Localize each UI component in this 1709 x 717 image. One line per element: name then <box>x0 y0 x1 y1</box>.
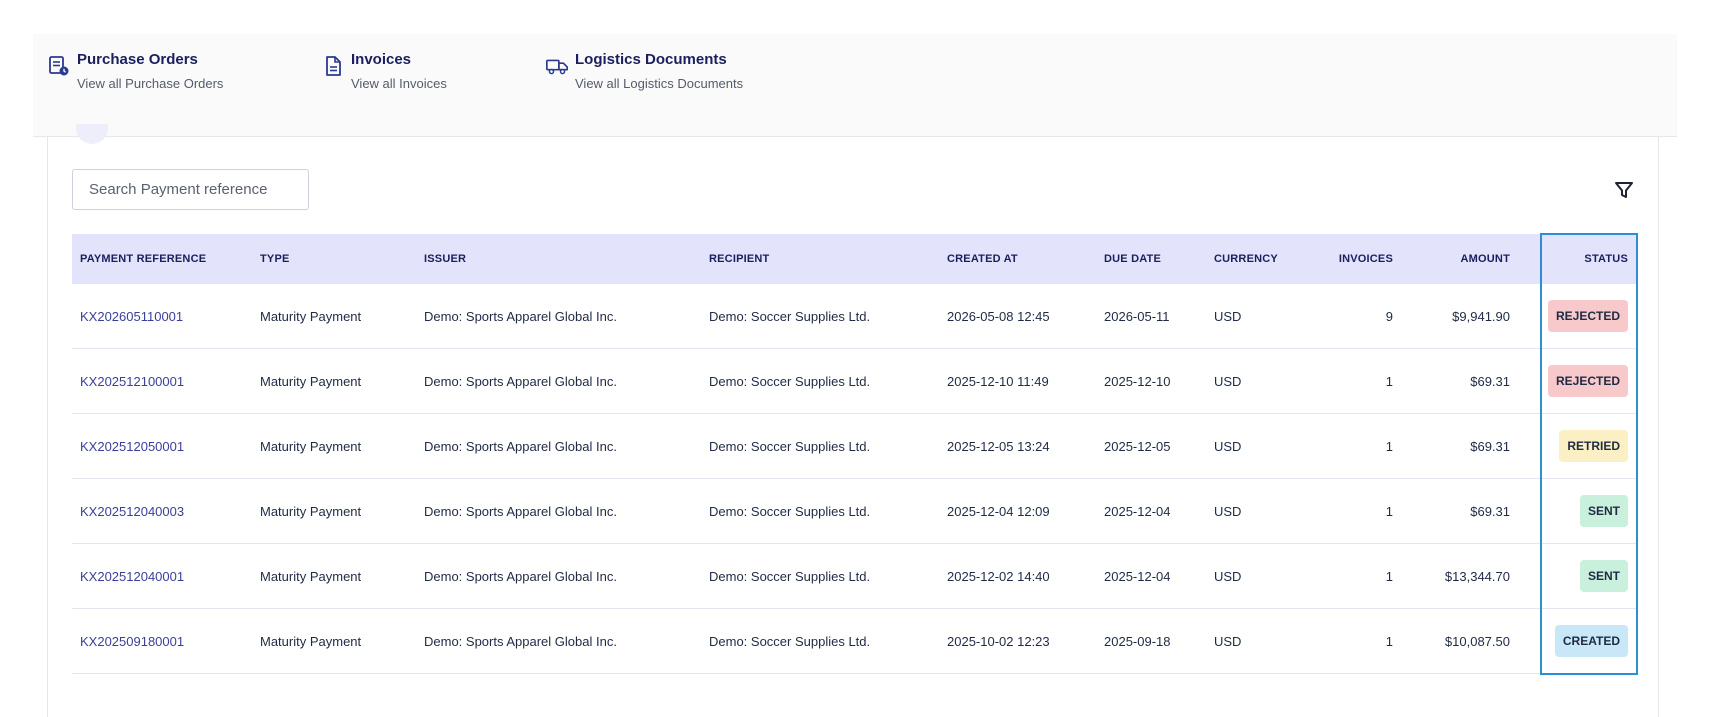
status-badge: SENT <box>1579 560 1628 592</box>
issuer-cell: Demo: Sports Apparel Global Inc. <box>416 608 701 674</box>
table-row[interactable]: KX202605110001 Maturity Payment Demo: Spor… <box>72 284 1638 349</box>
invoices-cell: 1 <box>1306 413 1401 479</box>
invoices-cell: 1 <box>1306 348 1401 414</box>
col-header-type[interactable]: TYPE <box>252 234 416 284</box>
issuer-cell: Demo: Sports Apparel Global Inc. <box>416 478 701 544</box>
col-header-due-date[interactable]: DUE DATE <box>1096 234 1206 284</box>
nav-purchase-orders-subtitle: View all Purchase Orders <box>77 76 224 91</box>
nav-invoices-subtitle: View all Invoices <box>351 76 447 91</box>
nav-invoices-title: Invoices <box>351 51 412 68</box>
col-header-invoices[interactable]: INVOICES <box>1306 234 1401 284</box>
filter-icon[interactable] <box>1612 178 1636 202</box>
status-cell: RETRIED <box>1518 413 1638 479</box>
currency-cell: USD <box>1206 413 1306 479</box>
type-cell: Maturity Payment <box>252 348 416 414</box>
created-at-cell: 2025-12-04 12:09 <box>939 478 1096 544</box>
search-input[interactable] <box>72 169 309 210</box>
recipient-cell: Demo: Soccer Supplies Ltd. <box>701 543 939 609</box>
nav-logistics-subtitle: View all Logistics Documents <box>575 76 744 91</box>
col-header-recipient[interactable]: RECIPIENT <box>701 234 939 284</box>
created-at-cell: 2025-12-05 13:24 <box>939 413 1096 479</box>
created-at-cell: 2026-05-08 12:45 <box>939 284 1096 349</box>
top-nav: Purchase Orders View all Purchase Orders… <box>33 34 1677 137</box>
currency-cell: USD <box>1206 543 1306 609</box>
recipient-cell: Demo: Soccer Supplies Ltd. <box>701 478 939 544</box>
payment-reference-cell[interactable]: KX202512040003 <box>72 478 252 544</box>
issuer-cell: Demo: Sports Apparel Global Inc. <box>416 348 701 414</box>
amount-cell: $69.31 <box>1401 348 1518 414</box>
type-cell: Maturity Payment <box>252 478 416 544</box>
created-at-cell: 2025-12-10 11:49 <box>939 348 1096 414</box>
table-header-row: PAYMENT REFERENCE TYPE ISSUER RECIPIENT … <box>72 234 1638 284</box>
recipient-cell: Demo: Soccer Supplies Ltd. <box>701 348 939 414</box>
currency-cell: USD <box>1206 348 1306 414</box>
created-at-cell: 2025-10-02 12:23 <box>939 608 1096 674</box>
status-badge: CREATED <box>1554 625 1628 657</box>
invoices-cell: 1 <box>1306 543 1401 609</box>
status-cell: SENT <box>1518 543 1638 609</box>
payment-reference-cell[interactable]: KX202509180001 <box>72 608 252 674</box>
document-icon <box>326 56 341 76</box>
type-cell: Maturity Payment <box>252 543 416 609</box>
currency-cell: USD <box>1206 284 1306 349</box>
amount-cell: $13,344.70 <box>1401 543 1518 609</box>
payment-reference-cell[interactable]: KX202512100001 <box>72 348 252 414</box>
amount-cell: $10,087.50 <box>1401 608 1518 674</box>
type-cell: Maturity Payment <box>252 284 416 349</box>
type-cell: Maturity Payment <box>252 608 416 674</box>
table-row[interactable]: KX202509180001 Maturity Payment Demo: Spor… <box>72 608 1638 674</box>
issuer-cell: Demo: Sports Apparel Global Inc. <box>416 413 701 479</box>
currency-cell: USD <box>1206 478 1306 544</box>
status-cell: SENT <box>1518 478 1638 544</box>
due-date-cell: 2025-12-05 <box>1096 413 1206 479</box>
nav-purchase-orders[interactable]: Purchase Orders View all Purchase Orders <box>47 50 223 93</box>
status-badge: REJECTED <box>1547 300 1628 332</box>
nav-logistics-title: Logistics Documents <box>575 51 727 68</box>
nav-logistics-documents[interactable]: Logistics Documents View all Logistics D… <box>545 50 743 93</box>
invoices-cell: 1 <box>1306 608 1401 674</box>
truck-icon <box>546 59 568 75</box>
table-row[interactable]: KX202512040001 Maturity Payment Demo: Spor… <box>72 543 1638 609</box>
table-row[interactable]: KX202512050001 Maturity Payment Demo: Spor… <box>72 413 1638 479</box>
recipient-cell: Demo: Soccer Supplies Ltd. <box>701 413 939 479</box>
col-header-payment-reference[interactable]: PAYMENT REFERENCE <box>72 234 252 284</box>
payments-table: PAYMENT REFERENCE TYPE ISSUER RECIPIENT … <box>72 234 1638 674</box>
payment-reference-cell[interactable]: KX202605110001 <box>72 284 252 349</box>
col-header-issuer[interactable]: ISSUER <box>416 234 701 284</box>
due-date-cell: 2025-12-10 <box>1096 348 1206 414</box>
due-date-cell: 2026-05-11 <box>1096 284 1206 349</box>
purchase-order-icon <box>49 56 69 76</box>
status-cell: REJECTED <box>1518 348 1638 414</box>
nav-invoices[interactable]: Invoices View all Invoices <box>321 50 447 93</box>
status-cell: REJECTED <box>1518 284 1638 349</box>
issuer-cell: Demo: Sports Apparel Global Inc. <box>416 543 701 609</box>
due-date-cell: 2025-12-04 <box>1096 543 1206 609</box>
recipient-cell: Demo: Soccer Supplies Ltd. <box>701 608 939 674</box>
col-header-status[interactable]: STATUS <box>1518 234 1638 284</box>
recipient-cell: Demo: Soccer Supplies Ltd. <box>701 284 939 349</box>
status-badge: REJECTED <box>1547 365 1628 397</box>
amount-cell: $69.31 <box>1401 478 1518 544</box>
type-cell: Maturity Payment <box>252 413 416 479</box>
col-header-created-at[interactable]: CREATED AT <box>939 234 1096 284</box>
payment-reference-cell[interactable]: KX202512040001 <box>72 543 252 609</box>
issuer-cell: Demo: Sports Apparel Global Inc. <box>416 284 701 349</box>
due-date-cell: 2025-12-04 <box>1096 478 1206 544</box>
nav-purchase-orders-title: Purchase Orders <box>77 51 198 68</box>
status-cell: CREATED <box>1518 608 1638 674</box>
status-badge: RETRIED <box>1559 430 1628 462</box>
amount-cell: $9,941.90 <box>1401 284 1518 349</box>
table-row[interactable]: KX202512100001 Maturity Payment Demo: Spor… <box>72 348 1638 414</box>
table-row[interactable]: KX202512040003 Maturity Payment Demo: Spor… <box>72 478 1638 544</box>
due-date-cell: 2025-09-18 <box>1096 608 1206 674</box>
amount-cell: $69.31 <box>1401 413 1518 479</box>
payment-reference-cell[interactable]: KX202512050001 <box>72 413 252 479</box>
currency-cell: USD <box>1206 608 1306 674</box>
col-header-amount[interactable]: AMOUNT <box>1401 234 1518 284</box>
created-at-cell: 2025-12-02 14:40 <box>939 543 1096 609</box>
invoices-cell: 9 <box>1306 284 1401 349</box>
invoices-cell: 1 <box>1306 478 1401 544</box>
col-header-currency[interactable]: CURRENCY <box>1206 234 1306 284</box>
status-badge: SENT <box>1579 495 1628 527</box>
